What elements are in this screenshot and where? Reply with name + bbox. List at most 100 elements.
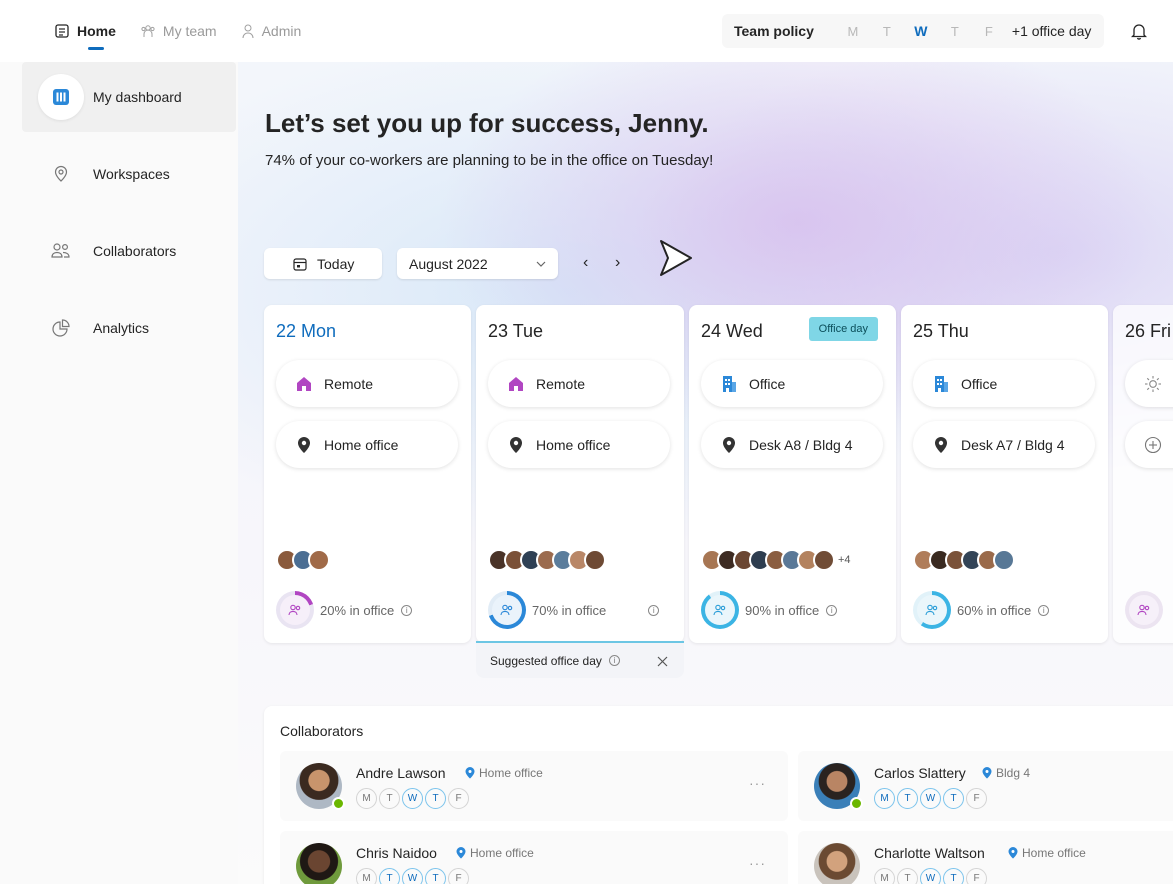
sidebar-item-analytics[interactable]: Analytics [22,293,236,363]
work-mode-chip[interactable] [1125,360,1173,407]
day-chip: F [448,788,469,809]
location-chip[interactable]: Home office [276,421,458,468]
building-icon [931,375,951,393]
location-label: Home office [536,436,611,453]
day-chip: T [379,868,400,884]
location-chip[interactable]: Desk A8 / Bldg 4 [701,421,883,468]
sun-icon [1143,375,1163,393]
avatar [814,843,860,884]
work-mode-label: Office [749,375,786,392]
day-chip: W [402,788,423,809]
occupancy: 60% in office i [913,591,1050,629]
tab-admin[interactable]: Admin [241,0,301,62]
work-mode-chip[interactable]: Remote [276,360,458,407]
people-icon [1137,604,1150,616]
policy-day-wed: W [914,23,928,39]
notifications-button[interactable] [1130,22,1148,45]
day-chip: T [897,868,918,884]
map-pin-icon [931,436,951,454]
map-pin-icon [294,436,314,454]
info-icon[interactable]: i [826,604,838,616]
day-card-wed[interactable]: 24 Wed Office day Office Desk A8 / Bldg … [689,305,896,643]
office-day-badge: Office day [808,317,878,341]
map-pin-icon [1008,847,1018,859]
building-icon [719,375,739,393]
day-chip: W [920,788,941,809]
tab-my-team-label: My team [162,23,217,39]
collaborator-card[interactable]: Carlos Slattery Bldg 4 MTWTF [798,751,1173,821]
collaborator-week: MTWTF [874,788,987,809]
day-chip: M [356,868,377,884]
sidebar-item-collaborators[interactable]: Collaborators [22,216,236,286]
day-number: 26 [1125,321,1146,341]
sidebar-item-workspaces[interactable]: Workspaces [22,139,236,209]
policy-day-mon: M [847,23,859,39]
occupancy-ring [276,591,314,629]
people-icon [925,604,938,616]
info-icon[interactable]: i [648,604,660,616]
collaborator-name: Chris Naidoo [356,845,437,861]
people-icon [288,604,301,616]
attendee-avatars [488,549,606,571]
collaborator-name: Charlotte Waltson [874,845,985,861]
team-icon [141,25,155,37]
attendee-avatars [913,549,1015,571]
day-chip: T [943,868,964,884]
collaborator-card[interactable]: Charlotte Waltson Home office MTWTF [798,831,1173,884]
location-icon [38,151,84,197]
add-location-chip[interactable] [1125,421,1173,468]
sidebar-item-my-dashboard[interactable]: My dashboard [22,62,236,132]
team-policy[interactable]: Team policy M T W T F +1 office day [722,16,1103,46]
collaborator-week: MTWTF [356,868,469,884]
collaborator-location: Bldg 4 [982,766,1030,780]
avatar [308,549,330,571]
month-select[interactable]: August 2022 [397,248,558,279]
info-icon[interactable]: i [1038,604,1050,616]
day-card-mon[interactable]: 22 Mon Remote Home office 20% in office i [264,305,471,643]
collaborator-location-label: Bldg 4 [996,766,1031,780]
sidebar: My dashboard Workspaces Collaborators An… [0,62,238,884]
day-card-fri[interactable]: 26 Fri [1113,305,1173,643]
occupancy: 90% in office i [701,591,838,629]
day-date: 25 Thu [913,321,969,342]
more-attendees-count: +4 [838,554,851,566]
tab-my-team[interactable]: My team [140,0,217,62]
avatar [813,549,835,571]
work-mode-chip[interactable]: Remote [488,360,670,407]
more-options-icon[interactable]: ··· [749,775,766,791]
work-mode-chip[interactable]: Office [701,360,883,407]
location-chip[interactable]: Home office [488,421,670,468]
location-chip[interactable]: Desk A7 / Bldg 4 [913,421,1095,468]
presence-available-icon [850,797,863,810]
today-button[interactable]: Today [264,248,382,279]
collaborator-card[interactable]: Chris Naidoo Home office MTWTF ··· [280,831,788,884]
collaborator-name: Andre Lawson [356,765,446,781]
day-card-tue[interactable]: 23 Tue Remote Home office 70% in office i [476,305,684,643]
close-icon[interactable] [657,656,668,667]
day-name: Tue [512,321,544,341]
next-week-button[interactable]: › [615,254,620,272]
collaborator-card[interactable]: Andre Lawson Home office MTWTF ··· [280,751,788,821]
prev-week-button[interactable]: ‹ [583,254,588,272]
day-chip: F [966,788,987,809]
collaborator-location-label: Home office [479,766,543,780]
location-label: Home office [324,436,399,453]
calendar-icon [293,257,307,271]
home-list-icon [55,24,69,38]
work-mode-chip[interactable]: Office [913,360,1095,407]
people-icon [38,228,84,274]
tab-home[interactable]: Home [54,0,116,62]
people-icon [500,604,513,616]
day-number: 23 [488,321,509,341]
occupancy-label: 90% in office [745,602,820,618]
house-icon [506,375,526,393]
suggested-label: Suggested office day [490,653,602,668]
tab-home-label: Home [77,23,116,39]
info-icon[interactable]: i [608,655,620,666]
day-card-thu[interactable]: 25 Thu Office Desk A7 / Bldg 4 60% in of… [901,305,1108,643]
more-options-icon[interactable]: ··· [749,855,766,871]
house-icon [294,375,314,393]
collaborator-name: Carlos Slattery [874,765,966,781]
pie-chart-icon [38,305,84,351]
info-icon[interactable]: i [401,604,413,616]
